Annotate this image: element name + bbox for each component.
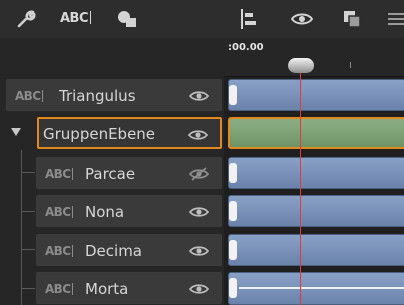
- timeline-panel: :00.00: [224, 38, 404, 305]
- toolbar: ABC: [0, 0, 404, 38]
- text-tool-label: ABC: [60, 11, 89, 26]
- layer-name: Decima: [85, 242, 142, 260]
- layer-row[interactable]: ABC Parcae: [36, 157, 222, 189]
- text-layer-icon: ABC: [45, 167, 74, 181]
- menu-icon[interactable]: [386, 0, 404, 38]
- track-start-handle[interactable]: [229, 201, 237, 221]
- tree-connector: [21, 288, 35, 289]
- eye-icon[interactable]: [189, 244, 209, 258]
- duplicate-icon[interactable]: [340, 0, 364, 38]
- track-start-handle[interactable]: [229, 85, 237, 105]
- layer-row[interactable]: ABC Nona: [36, 195, 222, 227]
- expand-arrow-icon[interactable]: [9, 126, 23, 138]
- tree-connector: [21, 211, 35, 212]
- layer-row[interactable]: ABC Decima: [36, 234, 222, 266]
- text-layer-icon: ABC: [45, 205, 74, 219]
- tree-connector: [21, 172, 35, 173]
- layer-row[interactable]: ABC Morta: [36, 272, 222, 304]
- eye-icon[interactable]: [188, 128, 208, 142]
- shapes-icon[interactable]: [114, 0, 140, 38]
- layer-type-label: ABC: [45, 282, 71, 296]
- eye-hidden-icon[interactable]: [189, 167, 209, 181]
- track-start-handle[interactable]: [229, 278, 237, 298]
- layer-track[interactable]: [228, 234, 404, 266]
- text-layer-icon: ABC: [45, 244, 74, 258]
- align-left-icon[interactable]: [236, 0, 260, 38]
- eye-icon[interactable]: [189, 89, 209, 103]
- layer-timeline-window: ABC ABC Triangulus GruppenEbene ABC Parc…: [0, 0, 404, 305]
- layer-track[interactable]: [228, 272, 404, 305]
- group-track[interactable]: [228, 117, 404, 149]
- layer-name: Triangulus: [59, 87, 136, 105]
- layer-type-label: ABC: [45, 205, 71, 219]
- track-start-handle[interactable]: [229, 163, 237, 183]
- layer-name: GruppenEbene: [43, 125, 156, 143]
- eye-icon[interactable]: [189, 205, 209, 219]
- ruler-tick: [350, 62, 351, 68]
- layer-type-label: ABC: [45, 244, 71, 258]
- layer-type-label: ABC: [45, 167, 71, 181]
- wrench-icon[interactable]: [14, 0, 38, 38]
- layer-name: Parcae: [85, 165, 136, 183]
- eye-icon[interactable]: [189, 282, 209, 296]
- playhead-line: [300, 60, 301, 305]
- text-layer-icon: ABC: [15, 89, 44, 103]
- layer-type-label: ABC: [15, 89, 41, 103]
- playhead-handle[interactable]: [288, 58, 314, 73]
- track-divider: [239, 287, 404, 289]
- text-tool-icon[interactable]: ABC: [60, 11, 92, 26]
- text-layer-icon: ABC: [45, 282, 74, 296]
- layer-name: Morta: [85, 280, 129, 298]
- time-display: :00.00: [228, 42, 264, 53]
- layer-track[interactable]: [228, 79, 404, 111]
- layer-row[interactable]: ABC Triangulus: [6, 79, 222, 111]
- tree-connector: [21, 150, 22, 305]
- visibility-toggle-icon[interactable]: [290, 0, 314, 38]
- track-start-handle[interactable]: [229, 240, 237, 260]
- layer-group-row[interactable]: GruppenEbene: [37, 117, 222, 149]
- layer-name: Nona: [85, 203, 125, 221]
- time-ruler[interactable]: :00.00: [224, 38, 404, 77]
- tree-connector: [21, 249, 35, 250]
- layer-track[interactable]: [228, 195, 404, 227]
- layer-track[interactable]: [228, 157, 404, 189]
